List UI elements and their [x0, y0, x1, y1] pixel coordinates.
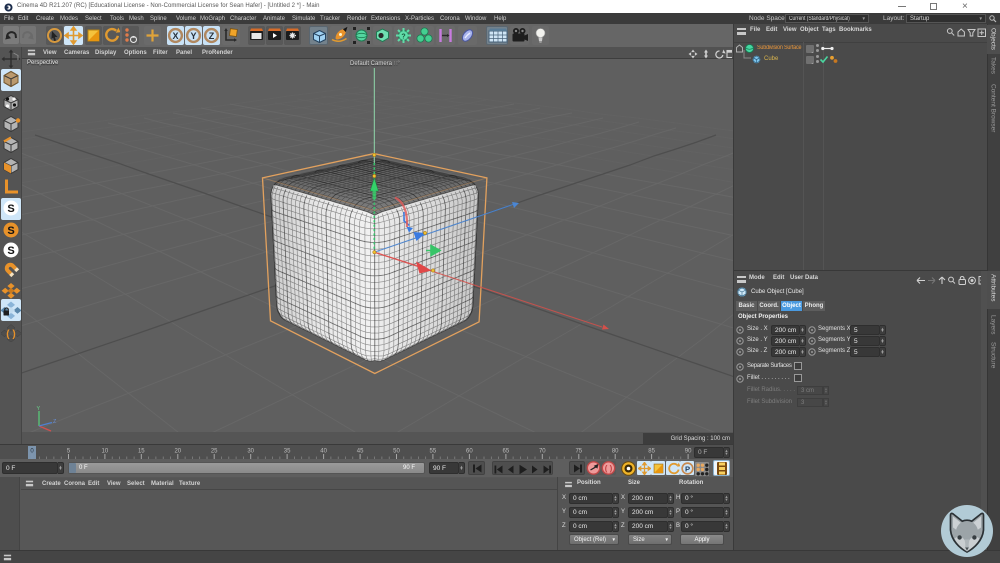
- svg-text:80: 80: [612, 449, 619, 455]
- svg-text:55: 55: [430, 449, 437, 455]
- svg-text:35: 35: [284, 449, 291, 455]
- svg-text:( ): ( ): [605, 464, 613, 473]
- svg-text:S: S: [7, 245, 14, 257]
- svg-text:Y: Y: [190, 31, 196, 41]
- svg-text:P: P: [684, 464, 689, 473]
- svg-text:65: 65: [503, 449, 510, 455]
- svg-text:S: S: [7, 203, 14, 215]
- svg-text:Z: Z: [209, 31, 215, 41]
- svg-text:15: 15: [138, 449, 145, 455]
- svg-text:25: 25: [211, 449, 218, 455]
- svg-text:90: 90: [685, 449, 692, 455]
- svg-text:60: 60: [466, 449, 473, 455]
- svg-text:75: 75: [575, 449, 582, 455]
- svg-text:5: 5: [67, 449, 71, 455]
- svg-text:40: 40: [320, 449, 327, 455]
- svg-text:20: 20: [174, 449, 181, 455]
- svg-text:( ): ( ): [6, 329, 15, 340]
- svg-text:X: X: [172, 31, 178, 41]
- svg-text:?: ?: [401, 34, 405, 41]
- svg-text:10: 10: [102, 449, 109, 455]
- svg-text:Y: Y: [37, 406, 41, 412]
- svg-text:45: 45: [357, 449, 364, 455]
- svg-text:S: S: [7, 225, 14, 237]
- svg-text:70: 70: [539, 449, 546, 455]
- svg-text:50: 50: [393, 449, 400, 455]
- svg-text:30: 30: [247, 449, 254, 455]
- svg-text:85: 85: [648, 449, 655, 455]
